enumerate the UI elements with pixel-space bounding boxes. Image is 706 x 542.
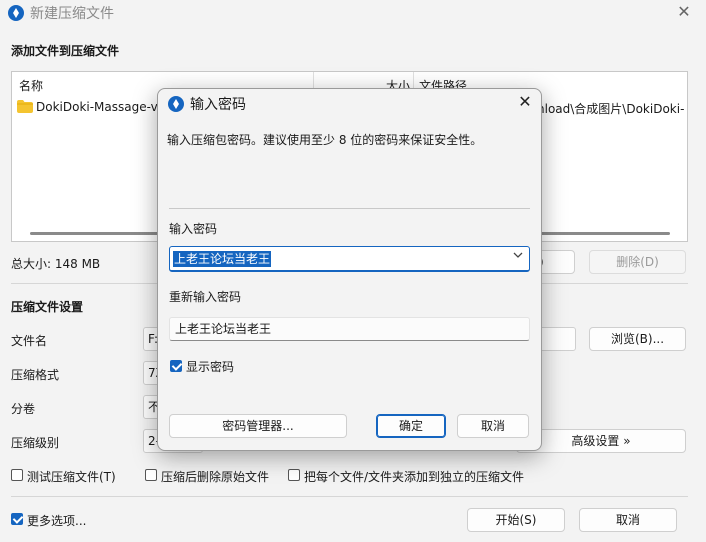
password-manager-button[interactable]: 密码管理器... bbox=[169, 414, 347, 438]
level-label: 压缩级别 bbox=[11, 436, 60, 450]
app-logo-icon bbox=[168, 96, 184, 112]
folder-icon bbox=[17, 100, 33, 113]
password-value-selected: 上老王论坛当老王 bbox=[173, 251, 272, 267]
format-label: 压缩格式 bbox=[11, 368, 60, 382]
settings-section-title: 压缩文件设置 bbox=[11, 300, 84, 314]
delete-button[interactable]: 删除(D) bbox=[589, 250, 686, 274]
cancel-button[interactable]: 取消 bbox=[579, 508, 677, 532]
divider bbox=[169, 208, 530, 209]
delete-after-label[interactable]: 压缩后删除原始文件 bbox=[161, 468, 269, 485]
browse-button[interactable]: 浏览(B)... bbox=[589, 327, 686, 351]
row-name: DokiDoki-Massage-v bbox=[36, 100, 158, 114]
confirm-password-input[interactable]: 上老王论坛当老王 bbox=[169, 317, 530, 341]
window-title: 新建压缩文件 bbox=[30, 6, 114, 22]
separate-archives-label[interactable]: 把每个文件/文件夹添加到独立的压缩文件 bbox=[304, 468, 524, 485]
window-close-icon[interactable]: ✕ bbox=[672, 2, 696, 24]
show-password-checkbox[interactable] bbox=[170, 360, 182, 372]
confirm-password-label: 重新输入密码 bbox=[169, 290, 242, 304]
dialog-cancel-button[interactable]: 取消 bbox=[457, 414, 529, 438]
filename-label: 文件名 bbox=[11, 334, 48, 348]
column-header-name[interactable]: 名称 bbox=[19, 77, 43, 94]
dialog-close-icon[interactable]: ✕ bbox=[515, 93, 535, 113]
more-options-checkbox[interactable] bbox=[11, 513, 23, 525]
add-section-title: 添加文件到压缩文件 bbox=[11, 44, 120, 58]
start-button[interactable]: 开始(S) bbox=[467, 508, 565, 532]
split-label: 分卷 bbox=[11, 402, 36, 416]
row-path: nload\合成图片\DokiDoki- bbox=[537, 102, 685, 116]
app-logo-icon bbox=[8, 5, 24, 21]
ok-button[interactable]: 确定 bbox=[376, 414, 446, 438]
password-dialog: 输入密码 ✕ 输入压缩包密码。建议使用至少 8 位的密码来保证安全性。 输入密码… bbox=[157, 88, 542, 451]
password-label: 输入密码 bbox=[169, 222, 218, 236]
password-input[interactable]: 上老王论坛当老王 bbox=[169, 246, 530, 272]
show-password-label[interactable]: 显示密码 bbox=[186, 358, 234, 375]
separate-archives-checkbox[interactable] bbox=[288, 469, 300, 481]
delete-after-checkbox[interactable] bbox=[145, 469, 157, 481]
dialog-hint-text: 输入压缩包密码。建议使用至少 8 位的密码来保证安全性。 bbox=[167, 133, 483, 147]
divider bbox=[11, 496, 688, 497]
chevron-down-icon[interactable] bbox=[513, 250, 523, 263]
dialog-title: 输入密码 bbox=[190, 97, 246, 113]
title-bar: 新建压缩文件 ✕ bbox=[0, 0, 706, 26]
test-archive-checkbox[interactable] bbox=[11, 469, 23, 481]
total-size-text: 总大小: 148 MB bbox=[11, 257, 101, 271]
test-archive-label[interactable]: 测试压缩文件(T) bbox=[27, 468, 116, 485]
more-options-label[interactable]: 更多选项... bbox=[27, 512, 86, 529]
